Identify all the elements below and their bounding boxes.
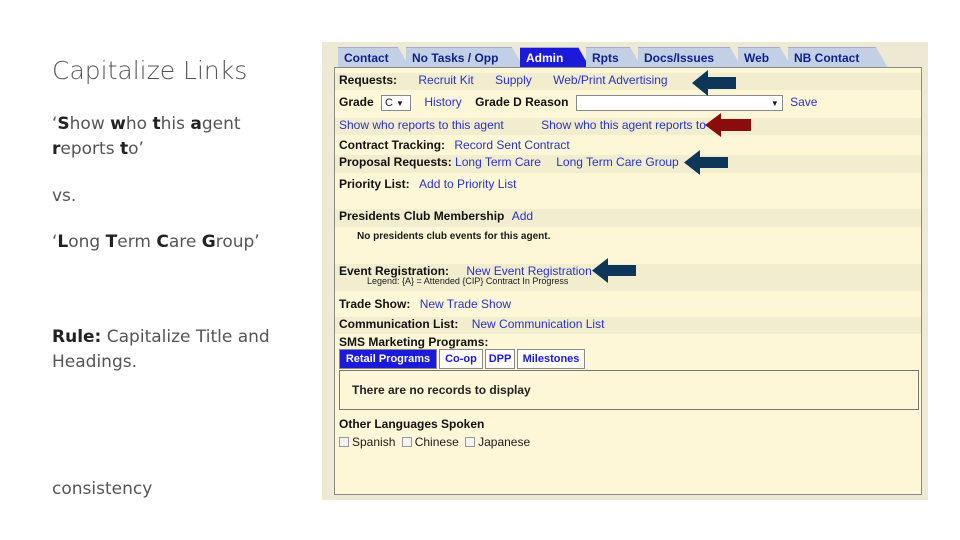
tab-retail-programs[interactable]: Retail Programs [339, 349, 437, 369]
show-who-reports-to-agent-link[interactable]: Show who reports to this agent [339, 118, 504, 132]
new-communication-list-link[interactable]: New Communication List [472, 317, 605, 331]
example1-segment: eports [60, 139, 120, 159]
proposal-requests-label: Proposal Requests: [339, 155, 452, 169]
requests-label: Requests: [339, 73, 398, 87]
record-sent-contract-link[interactable]: Record Sent Contract [454, 138, 569, 152]
no-records-text: There are no records to display [352, 383, 531, 397]
long-term-care-group-link[interactable]: Long Term Care Group [556, 155, 679, 169]
example2-segment: ong [68, 232, 106, 252]
arrow-left-icon-reports-red [705, 113, 751, 137]
presidents-club-row: Presidents Club Membership Add [335, 209, 921, 227]
arrow-left-icon-event-registration [592, 258, 636, 283]
grade-label: Grade [339, 95, 374, 110]
grade-d-reason-select[interactable]: ▼ [575, 95, 783, 111]
example2-segment: are [168, 232, 202, 252]
new-trade-show-link[interactable]: New Trade Show [420, 297, 511, 311]
presidents-club-empty-text: No presidents club events for this agent… [357, 231, 551, 242]
spanish-checkbox[interactable] [339, 437, 349, 447]
event-legend: Legend: {A} = Attended {CIP} Contract In… [367, 276, 569, 286]
example2-segment: G [201, 232, 216, 252]
tab-rpts[interactable]: Rpts [586, 47, 642, 68]
contract-tracking-row: Contract Tracking: Record Sent Contract [339, 138, 570, 152]
proposal-row: Proposal Requests: Long Term Care Long T… [335, 155, 921, 173]
tab-docs-issues[interactable]: Docs/Issues [638, 47, 742, 68]
example2-segment: L [57, 232, 69, 252]
arrow-left-icon-web-print [692, 70, 736, 96]
example1-segment: his [160, 114, 191, 134]
example2-segment: C [156, 232, 169, 252]
history-link[interactable]: History [424, 95, 461, 109]
tab-admin[interactable]: Admin [520, 47, 590, 68]
languages-row: Other Languages Spoken [339, 417, 484, 431]
chinese-checkbox[interactable] [401, 437, 412, 447]
example1-segment: S [57, 114, 70, 134]
grade-value: C [385, 97, 393, 109]
example2-segment: roup’ [215, 232, 260, 252]
example1-segment: w [110, 114, 126, 134]
app-screenshot: Contact No Tasks / Opp Admin Rpts Docs/I… [322, 42, 928, 500]
tab-dpp[interactable]: DPP [485, 349, 515, 369]
reports-row: Show who reports to this agent Show who … [335, 118, 921, 135]
trade-show-row: Trade Show: New Trade Show [339, 297, 511, 311]
show-who-agent-reports-to-link[interactable]: Show who this agent reports to [541, 118, 706, 132]
example1-segment: o’ [128, 139, 144, 159]
slide-title: Capitalize Links [52, 56, 248, 85]
grade-select[interactable]: C ▼ [381, 95, 412, 111]
example-lowercase-link-text: ‘Show who this agent reports to’ [52, 112, 302, 162]
priority-list-label: Priority List: [339, 177, 410, 191]
example1-segment: how [69, 114, 111, 134]
chevron-down-icon: ▼ [396, 99, 404, 108]
tab-milestones[interactable]: Milestones [517, 349, 585, 369]
example2-segment: erm [117, 232, 157, 252]
example1-segment: ho [125, 114, 153, 134]
trade-show-label: Trade Show: [339, 297, 411, 311]
spanish-label: Spanish [352, 435, 396, 449]
no-records-panel: There are no records to display [339, 370, 919, 410]
priority-row: Priority List: Add to Priority List [339, 177, 516, 191]
arrow-left-icon-long-term-care-group [684, 150, 728, 175]
versus-text: vs. [52, 186, 77, 206]
save-link[interactable]: Save [790, 95, 817, 109]
chinese-label: Chinese [414, 435, 459, 449]
recruit-kit-link[interactable]: Recruit Kit [418, 73, 473, 87]
grade-d-reason-label: Grade D Reason [475, 95, 569, 110]
footer-text: consistency [52, 479, 153, 499]
long-term-care-link[interactable]: Long Term Care [455, 155, 541, 169]
presidents-club-add-link[interactable]: Add [512, 209, 533, 223]
requests-row: Requests: Recruit Kit Supply Web/Print A… [335, 73, 921, 90]
example1-segment: t [119, 139, 129, 159]
contract-tracking-label: Contract Tracking: [339, 138, 446, 152]
presidents-club-label: Presidents Club Membership [339, 209, 505, 223]
tab-web[interactable]: Web [738, 47, 792, 68]
chevron-down-icon: ▼ [770, 99, 779, 108]
example1-segment: t [152, 114, 161, 134]
example1-segment: gent [201, 114, 241, 134]
tab-no-tasks-opp[interactable]: No Tasks / Opp [406, 47, 524, 68]
example-capitalized-link-text: ‘Long Term Care Group’ [52, 230, 302, 255]
rule-text: Rule: Capitalize Title and Headings. [52, 325, 302, 375]
rule-label: Rule: [52, 327, 102, 347]
japanese-label: Japanese [478, 435, 531, 449]
sms-marketing-label: SMS Marketing Programs: [339, 335, 489, 349]
tab-nb-contact[interactable]: NB Contact [788, 47, 888, 68]
other-languages-label: Other Languages Spoken [339, 417, 485, 431]
languages-options: Spanish Chinese Japanese [339, 435, 530, 449]
communication-list-label: Communication List: [339, 317, 459, 331]
web-print-advertising-link[interactable]: Web/Print Advertising [553, 73, 668, 87]
example1-segment: a [190, 114, 202, 134]
add-to-priority-list-link[interactable]: Add to Priority List [419, 177, 516, 191]
grade-row: Grade C ▼ History Grade D Reason ▼ Save [339, 95, 817, 111]
communication-list-row: Communication List: New Communication Li… [335, 317, 921, 334]
japanese-checkbox[interactable] [465, 437, 476, 447]
tab-co-op[interactable]: Co-op [439, 349, 483, 369]
example2-segment: T [105, 232, 118, 252]
supply-link[interactable]: Supply [495, 73, 532, 87]
tab-contact[interactable]: Contact [338, 47, 410, 68]
sms-marketing-row: SMS Marketing Programs: [339, 335, 488, 349]
